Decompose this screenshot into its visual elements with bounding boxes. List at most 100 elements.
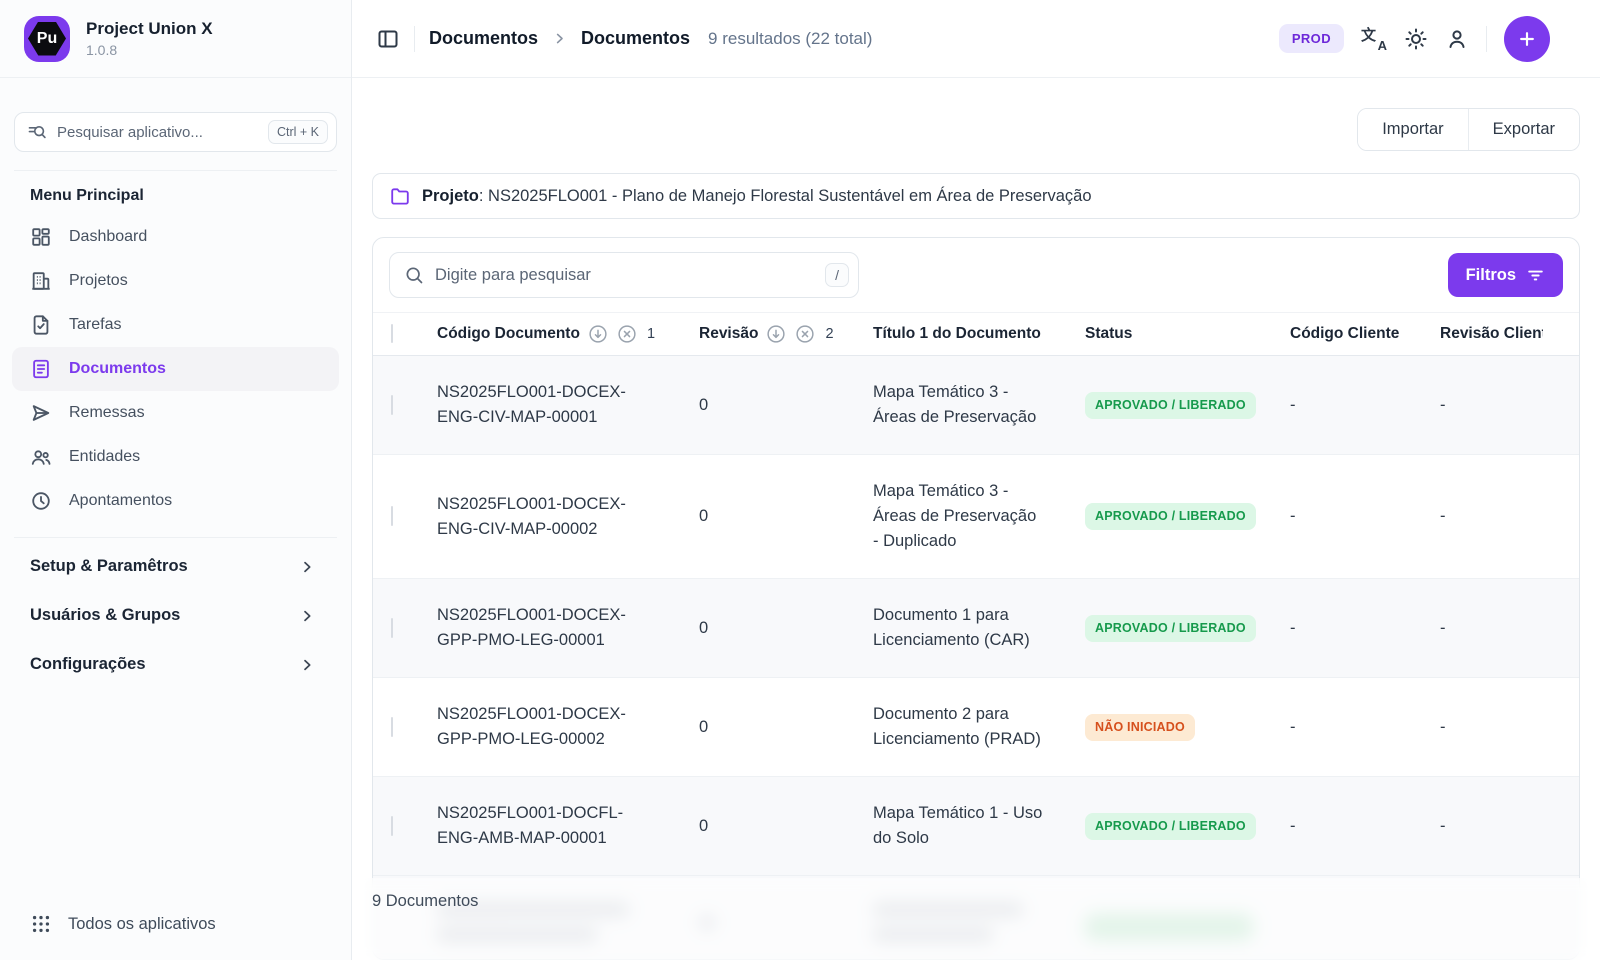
cell-client-code: -	[1290, 616, 1440, 641]
filter-icon	[1526, 266, 1545, 285]
app-name: Project Union X	[86, 19, 213, 39]
table-search[interactable]: /	[389, 252, 859, 298]
logo-monogram: Pu	[28, 22, 66, 56]
row-checkbox[interactable]	[391, 618, 393, 638]
sidebar-item-tarefas[interactable]: Tarefas	[12, 303, 339, 347]
row-checkbox[interactable]	[391, 506, 393, 526]
cell-document-code: NS2025FLO001-DOCEX-ENG-CIV-MAP-00001	[437, 380, 652, 430]
status-badge: APROVADO / LIBERADO	[1085, 813, 1256, 840]
sidebar-group-setup-parametros[interactable]: Setup & Paramêtros	[0, 542, 351, 591]
status-badge: APROVADO / LIBERADO	[1085, 503, 1256, 530]
all-apps-button[interactable]: Todos os aplicativos	[0, 896, 351, 960]
column-header-revisao-cliente[interactable]: Revisão Cliente	[1440, 325, 1543, 343]
column-header-titulo[interactable]: Título 1 do Documento	[873, 325, 1041, 343]
sidebar-item-entidades[interactable]: Entidades	[12, 435, 339, 479]
sort-order-number: 1	[647, 326, 655, 342]
sidebar-item-remessas[interactable]: Remessas	[12, 391, 339, 435]
user-icon[interactable]	[1445, 27, 1469, 51]
file-check-icon	[30, 314, 52, 336]
theme-sun-icon[interactable]	[1404, 27, 1428, 51]
row-checkbox[interactable]	[391, 395, 393, 415]
cell-client-code: -	[1290, 393, 1440, 418]
table-row[interactable]: NS2025FLO001-DOCEX-GPP-PMO-LEG-00001 0 D…	[373, 579, 1579, 678]
app-logo-row: Pu Project Union X 1.0.8	[0, 0, 351, 78]
cell-revision: 0	[699, 814, 873, 839]
clock-icon	[30, 490, 52, 512]
sidebar-item-label: Entidades	[69, 448, 140, 466]
search-shortcut-kbd: Ctrl + K	[268, 120, 328, 144]
all-apps-label: Todos os aplicativos	[68, 915, 216, 934]
clear-sort-icon[interactable]	[794, 323, 816, 345]
building-icon	[30, 270, 52, 292]
cell-revision: 0	[699, 715, 873, 740]
results-summary: 9 resultados (22 total)	[708, 29, 872, 49]
export-button[interactable]: Exportar	[1469, 109, 1579, 150]
table-row[interactable]: NS2025FLO001-DOCEX-ENG-CIV-MAP-00001 0 M…	[373, 356, 1579, 455]
sidebar: Pu Project Union X 1.0.8 Ctrl + K Menu P…	[0, 0, 352, 960]
app-search-input[interactable]	[57, 124, 258, 141]
send-icon	[30, 402, 52, 424]
search-list-icon	[27, 122, 47, 142]
folder-icon	[389, 185, 411, 207]
add-button[interactable]	[1504, 16, 1550, 62]
table-footer: 9 Documentos	[352, 878, 1600, 960]
cell-client-code: -	[1290, 814, 1440, 839]
chevron-right-icon	[299, 559, 315, 575]
sidebar-group-configuracoes[interactable]: Configurações	[0, 640, 351, 689]
status-badge: APROVADO / LIBERADO	[1085, 392, 1256, 419]
sidebar-item-apontamentos[interactable]: Apontamentos	[12, 479, 339, 523]
search-icon	[404, 265, 424, 285]
sidebar-item-documentos[interactable]: Documentos	[12, 347, 339, 391]
import-export-group: Importar Exportar	[1357, 108, 1580, 151]
row-checkbox[interactable]	[391, 816, 393, 836]
cell-document-code: NS2025FLO001-DOCEX-GPP-PMO-LEG-00001	[437, 603, 652, 653]
sort-direction-icon[interactable]	[765, 323, 787, 345]
cell-client-revision: -	[1440, 814, 1579, 839]
sidebar-group-usuarios-grupos[interactable]: Usuários & Grupos	[0, 591, 351, 640]
cell-revision: 0	[699, 504, 873, 529]
table-row[interactable]: NS2025FLO001-DOCEX-GPP-PMO-LEG-00002 0 D…	[373, 678, 1579, 777]
language-icon[interactable]: 文A	[1361, 26, 1387, 52]
table-search-input[interactable]	[435, 266, 814, 285]
table-row[interactable]: NS2025FLO001-DOCEX-ENG-CIV-MAP-00002 0 M…	[373, 455, 1579, 579]
breadcrumb-current: Documentos	[581, 28, 690, 49]
sidebar-item-label: Apontamentos	[69, 492, 172, 510]
sidebar-item-projetos[interactable]: Projetos	[12, 259, 339, 303]
sidebar-item-dashboard[interactable]: Dashboard	[12, 215, 339, 259]
document-icon	[30, 358, 52, 380]
column-header-codigo-cliente[interactable]: Código Cliente	[1290, 325, 1399, 343]
users-icon	[30, 446, 52, 468]
column-header-status[interactable]: Status	[1085, 325, 1132, 343]
sidebar-item-label: Documentos	[69, 360, 166, 378]
sidebar-group-label: Configurações	[30, 655, 146, 674]
project-value: NS2025FLO001 - Plano de Manejo Florestal…	[488, 187, 1092, 205]
sidebar-toggle-icon[interactable]	[376, 27, 400, 51]
row-checkbox[interactable]	[391, 717, 393, 737]
sort-direction-icon[interactable]	[587, 323, 609, 345]
main-area: Documentos Documentos 9 resultados (22 t…	[352, 0, 1600, 960]
select-all-checkbox[interactable]	[391, 324, 393, 343]
dashboard-icon	[30, 226, 52, 248]
column-header-revisao[interactable]: Revisão	[699, 325, 758, 343]
table-toolbar: / Filtros	[373, 238, 1579, 312]
import-button[interactable]: Importar	[1358, 109, 1468, 150]
cell-title: Mapa Temático 3 - Áreas de Preservação	[873, 380, 1043, 430]
cell-client-revision: -	[1440, 504, 1579, 529]
sidebar-item-label: Remessas	[69, 404, 145, 422]
table-row[interactable]: NS2025FLO001-DOCFL-ENG-AMB-MAP-00001 0 M…	[373, 777, 1579, 876]
cell-document-code: NS2025FLO001-DOCFL-ENG-AMB-MAP-00001	[437, 801, 652, 851]
cell-client-code: -	[1290, 504, 1440, 529]
cell-client-code: -	[1290, 715, 1440, 740]
sidebar-item-label: Dashboard	[69, 228, 147, 246]
breadcrumb-documentos[interactable]: Documentos	[429, 28, 538, 49]
column-header-codigo-documento[interactable]: Código Documento	[437, 325, 580, 343]
cell-document-code: NS2025FLO001-DOCEX-ENG-CIV-MAP-00002	[437, 492, 652, 542]
sort-order-number: 2	[825, 326, 833, 342]
chevron-right-icon	[299, 657, 315, 673]
app-search[interactable]: Ctrl + K	[14, 112, 337, 152]
menu-section-title: Menu Principal	[0, 171, 351, 215]
documents-count: 9 Documentos	[372, 892, 478, 910]
clear-sort-icon[interactable]	[616, 323, 638, 345]
sidebar-group-label: Setup & Paramêtros	[30, 557, 188, 576]
filters-button[interactable]: Filtros	[1448, 253, 1563, 297]
